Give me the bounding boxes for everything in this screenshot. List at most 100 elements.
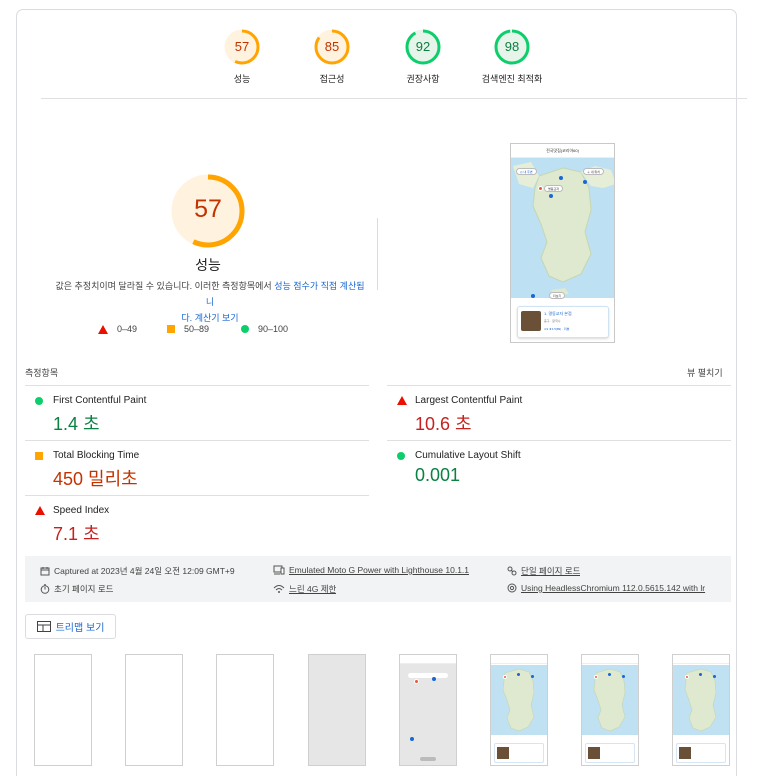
map-pin	[531, 294, 535, 298]
metric-value: 1.4 초	[53, 414, 100, 434]
screenshot-header: 전국맛집(코리아60)	[511, 144, 614, 158]
metric-divider	[25, 440, 369, 441]
performance-title: 성능	[195, 257, 221, 273]
calendar-icon	[40, 567, 50, 576]
category-score: 85	[324, 39, 340, 54]
metric-value: 10.6 초	[415, 414, 472, 434]
map-pin	[559, 176, 563, 180]
vertical-divider	[377, 218, 378, 290]
legend-good-label: 90–100	[258, 324, 289, 334]
metric-divider	[25, 385, 369, 386]
divider	[41, 98, 747, 99]
device-icon	[273, 565, 285, 575]
average-square-icon	[167, 325, 175, 333]
metric-name: Cumulative Layout Shift	[415, 450, 521, 461]
metric-divider	[387, 385, 731, 386]
restaurant-category: 중구 · 칼국수	[544, 319, 561, 323]
timer-icon	[40, 584, 50, 594]
score-calculation-link-2[interactable]: 다.	[181, 313, 192, 323]
poor-triangle-icon	[35, 506, 45, 515]
legend-poor-label: 0–49	[117, 324, 138, 334]
filmstrip-frame	[308, 654, 366, 766]
chrome-icon	[507, 583, 517, 593]
metric-name: Total Blocking Time	[53, 450, 140, 461]
good-circle-icon	[397, 451, 405, 460]
metric-cls: Cumulative Layout Shift 0.001	[397, 450, 737, 486]
restaurant-name: 1. 명동교자 본점	[544, 311, 572, 316]
filmstrip-frame	[490, 654, 548, 766]
metric-name: Speed Index	[53, 505, 110, 516]
metric-name: First Contentful Paint	[53, 395, 147, 406]
view-treemap-label: 트리맵 보기	[55, 623, 105, 634]
restaurant-photo	[521, 311, 541, 331]
metric-value: 450 밀리초	[53, 469, 138, 489]
page-session-text: 단일 페이지 로드	[521, 566, 581, 576]
metric-divider	[25, 495, 369, 496]
metric-si: Speed Index 7.1 초	[35, 505, 375, 546]
captured-at: Captured at 2023년 4월 24일 오전 12:09 GMT+9	[40, 565, 235, 577]
network-throttling-text: 느린 4G 제한	[289, 584, 337, 594]
metric-value: 0.001	[415, 465, 461, 485]
filmstrip-frame	[399, 654, 457, 766]
session-icon	[507, 566, 517, 576]
network-throttling[interactable]: 느린 4G 제한	[273, 583, 336, 595]
emulated-device[interactable]: Emulated Moto G Power with Lighthouse 10…	[273, 565, 469, 575]
lighthouse-report-card: 57 성능 85 접근성 92 권장사항 98 검색엔진 최적화 57 성능 값은 추정치이며…	[16, 9, 747, 776]
category-label: 권장사항	[406, 74, 440, 84]
browser-version-text: Using HeadlessChromium 112.0.5615.142 wi…	[521, 583, 706, 593]
average-square-icon	[35, 451, 43, 460]
final-screenshot[interactable]: 전국맛집(코리아60) ◎ 내 주변 ＋ 내 위치 명동교자 더보기 1. 명동…	[510, 143, 615, 343]
map-pin	[538, 186, 543, 191]
category-label: 접근성	[319, 74, 345, 84]
performance-gauge: 57	[169, 172, 247, 250]
performance-score: 57	[194, 195, 222, 223]
expand-view-toggle[interactable]: 뷰 펼치기	[687, 366, 723, 379]
category-label: 검색엔진 최적화	[481, 74, 543, 84]
metric-divider	[387, 440, 731, 441]
category-gauge[interactable]: 92 권장사항	[393, 28, 453, 85]
good-circle-icon	[35, 396, 43, 405]
description-text: 값은 추정치이며 달라질 수 있습니다. 이러한 측정항목에서	[55, 281, 275, 291]
emulated-device-text: Emulated Moto G Power with Lighthouse 10…	[289, 565, 470, 575]
filmstrip-frame	[125, 654, 183, 766]
korea-map-graphic	[513, 162, 614, 296]
restaurant-meta: 4.9 ★4.5(89) · 리뷰	[544, 327, 570, 331]
metric-tbt: Total Blocking Time 450 밀리초	[35, 450, 375, 491]
filmstrip-frame	[34, 654, 92, 766]
category-label: 성능	[233, 74, 251, 84]
metric-name: Largest Contentful Paint	[415, 395, 523, 406]
page-session[interactable]: 단일 페이지 로드	[507, 565, 580, 577]
map-pin	[583, 180, 587, 184]
treemap-icon	[36, 621, 51, 632]
runtime-settings: Captured at 2023년 4월 24일 오전 12:09 GMT+9 …	[25, 556, 731, 602]
filmstrip-frame	[581, 654, 639, 766]
captured-at-text: Captured at 2023년 4월 24일 오전 12:09 GMT+9	[54, 566, 235, 576]
category-score: 92	[415, 39, 431, 54]
metric-fcp: First Contentful Paint 1.4 초	[35, 395, 375, 436]
map-pin	[549, 194, 553, 198]
filmstrip-frame	[216, 654, 274, 766]
category-score: 98	[504, 39, 520, 54]
poor-triangle-icon	[397, 396, 407, 405]
category-gauge[interactable]: 98 검색엔진 최적화	[482, 28, 542, 85]
view-treemap-button[interactable]: 트리맵 보기	[25, 614, 116, 639]
legend-good: 90–100	[241, 324, 288, 334]
browser-version[interactable]: Using HeadlessChromium 112.0.5615.142 wi…	[507, 583, 725, 593]
legend-poor: 0–49	[98, 324, 137, 334]
legend-average: 50–89	[167, 324, 209, 334]
performance-description: 값은 추정치이며 달라질 수 있습니다. 이러한 측정항목에서 성능 점수가 직…	[55, 278, 365, 326]
calculator-link[interactable]: 계산기 보기	[192, 313, 239, 323]
poor-triangle-icon	[98, 324, 108, 334]
filter-chip: ＋ 내 위치	[583, 168, 604, 175]
map-label: 명동교자	[544, 185, 564, 192]
category-gauge[interactable]: 57 성능	[212, 28, 272, 85]
legend-average-label: 50–89	[184, 324, 210, 334]
wifi-icon	[273, 585, 285, 593]
metrics-title: 측정항목	[25, 368, 59, 378]
filmstrip-frame	[672, 654, 730, 766]
good-circle-icon	[241, 325, 249, 333]
category-gauge[interactable]: 85 접근성	[302, 28, 362, 85]
initial-load-text: 초기 페이지 로드	[54, 584, 114, 594]
metric-lcp: Largest Contentful Paint 10.6 초	[397, 395, 737, 436]
category-score: 57	[234, 39, 250, 54]
